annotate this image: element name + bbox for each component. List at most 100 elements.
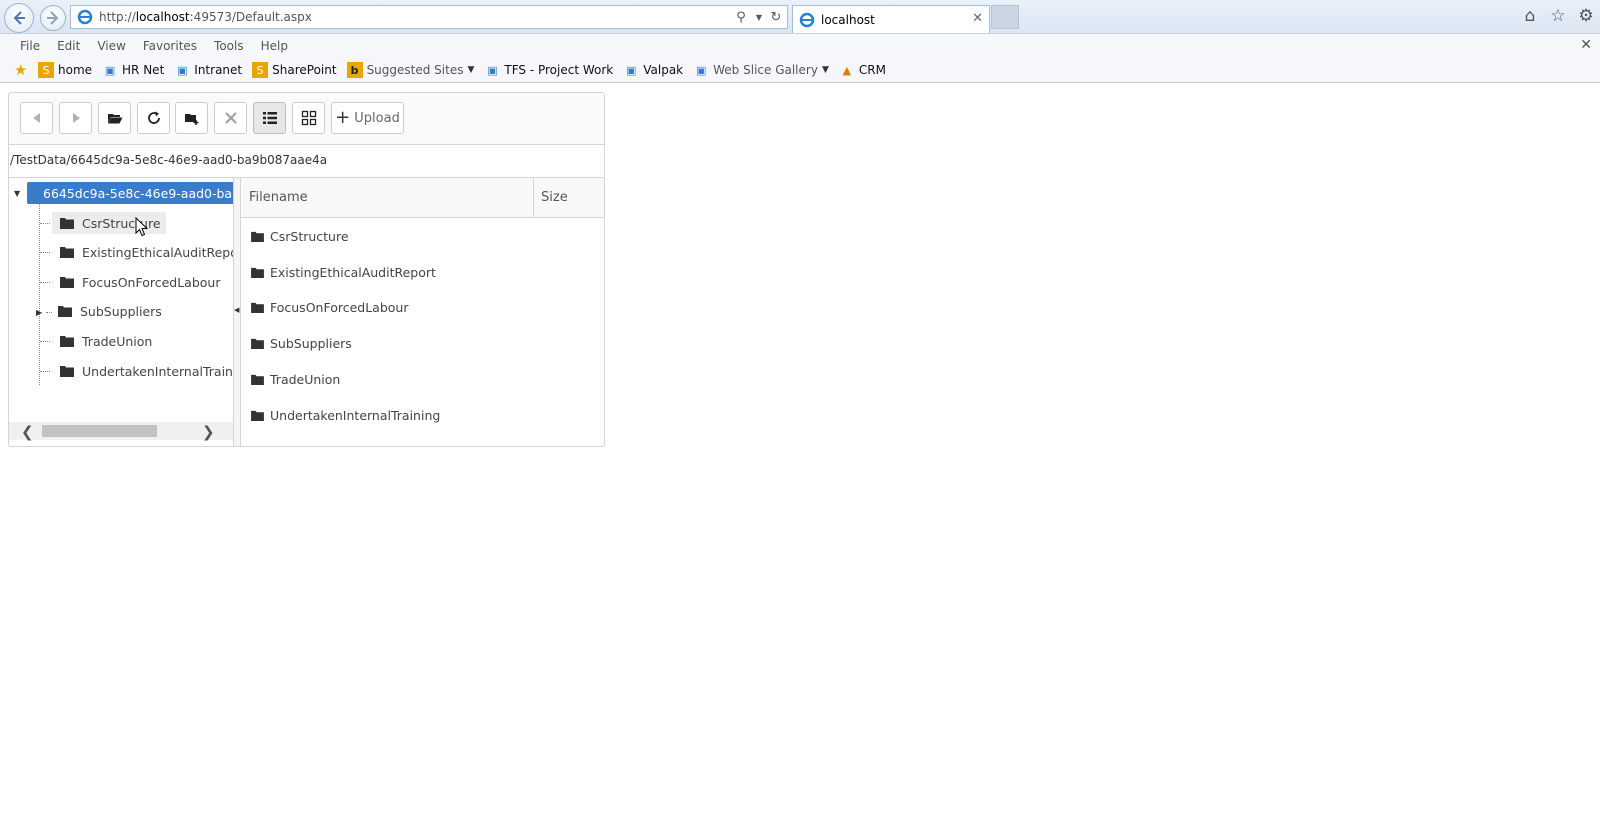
folder-icon — [251, 231, 264, 242]
tree-node-focusonforcedlabour[interactable]: FocusOnForcedLabour — [60, 271, 220, 293]
sharepoint-icon: S — [38, 62, 54, 78]
address-bar[interactable]: http://localhost:49573/Default.aspx ⚲ ▼ … — [70, 5, 788, 29]
menu-file[interactable]: File — [20, 39, 40, 53]
sharepoint-icon: S — [252, 62, 269, 78]
pane-splitter[interactable]: ◀ — [233, 178, 241, 446]
tree-connector — [46, 312, 52, 313]
tab-title: localhost — [821, 12, 875, 27]
expand-toggle-icon[interactable]: ▶ — [36, 308, 42, 317]
favorite-valpak[interactable]: ▣ Valpak — [623, 62, 683, 78]
file-list: Filename Size CsrStructure ExistingEthic… — [241, 178, 604, 446]
favorite-hr-net[interactable]: ▣ HR Net — [102, 62, 164, 78]
favorite-crm[interactable]: ▲ CRM — [839, 62, 886, 78]
browser-back-button[interactable] — [4, 3, 34, 33]
list-item[interactable]: TradeUnion — [251, 368, 340, 390]
collapse-left-icon[interactable]: ◀ — [234, 306, 239, 314]
chevron-left-icon[interactable]: ❮ — [21, 423, 34, 441]
favorite-home[interactable]: Shome — [38, 62, 92, 78]
refresh-icon — [147, 111, 160, 124]
list-view-button[interactable] — [253, 102, 286, 134]
favorite-suggested-sites[interactable]: b Suggested Sites ▼ — [346, 62, 474, 78]
folder-icon — [251, 374, 264, 385]
favorite-web-slice-gallery[interactable]: ▣ Web Slice Gallery ▼ — [693, 62, 829, 78]
tree-node-existingethicalauditreport[interactable]: ExistingEthicalAuditReport — [60, 241, 233, 263]
crm-icon: ▲ — [842, 63, 852, 77]
address-url: http://localhost:49573/Default.aspx — [99, 10, 312, 24]
folder-icon — [58, 306, 72, 317]
browser-forward-button[interactable] — [40, 5, 66, 31]
gear-icon[interactable]: ⚙ — [1576, 6, 1596, 26]
column-divider[interactable] — [533, 178, 534, 218]
search-icon[interactable]: ⚲ — [733, 9, 749, 25]
refresh-button[interactable] — [137, 102, 170, 134]
open-folder-icon — [107, 114, 122, 124]
favorites-star-icon[interactable]: ☆ — [1548, 6, 1568, 26]
ie-page-icon: ▣ — [626, 63, 637, 77]
list-item[interactable]: FocusOnForcedLabour — [251, 296, 408, 318]
list-item[interactable]: UndertakenInternalTraining — [251, 404, 440, 426]
mouse-cursor-icon — [135, 217, 149, 237]
folder-icon — [60, 247, 74, 258]
tree-node-undertakeninternaltraining[interactable]: UndertakenInternalTraining — [60, 360, 233, 382]
close-icon[interactable]: ✕ — [972, 11, 983, 26]
list-view-icon — [262, 112, 277, 124]
ie-page-icon: ▣ — [695, 63, 707, 77]
favorite-intranet[interactable]: ▣ Intranet — [174, 62, 242, 78]
ie-page-icon: ▣ — [487, 63, 498, 77]
tree-connector — [40, 223, 50, 224]
grid-view-button[interactable] — [292, 102, 325, 134]
browser-titlebar: http://localhost:49573/Default.aspx ⚲ ▼ … — [0, 0, 1600, 34]
menu-favorites[interactable]: Favorites — [143, 39, 197, 53]
file-manager: + Upload /TestData/6645dc9a-5e8c-46e9-aad… — [8, 92, 605, 447]
folder-icon — [251, 302, 264, 313]
favorite-sharepoint[interactable]: S SharePoint — [252, 62, 337, 78]
column-header-filename[interactable]: Filename — [249, 190, 308, 205]
browser-tab-active[interactable]: localhost ✕ — [792, 5, 990, 33]
folder-icon — [60, 218, 74, 229]
forward-button[interactable] — [59, 102, 92, 134]
horizontal-scrollbar[interactable]: ❮ ❯ — [9, 422, 233, 441]
ie-page-icon: ▣ — [177, 63, 188, 77]
delete-button[interactable] — [214, 102, 247, 134]
new-tab-button[interactable] — [991, 5, 1019, 29]
tree-node-tradeunion[interactable]: TradeUnion — [60, 330, 152, 352]
favorite-tfs-project-work[interactable]: ▣ TFS - Project Work — [484, 62, 613, 78]
collapse-toggle-icon[interactable]: ▼ — [14, 189, 20, 198]
new-folder-button[interactable] — [175, 102, 208, 134]
folder-icon — [251, 338, 264, 349]
tree-connector — [40, 341, 50, 342]
ie-page-icon: ▣ — [104, 63, 116, 77]
menu-tools[interactable]: Tools — [214, 39, 244, 53]
menu-view[interactable]: View — [97, 39, 125, 53]
tree-node-root[interactable]: 6645dc9a-5e8c-46e9-aad0-ba9b087aae4a — [27, 182, 233, 204]
ie-icon — [77, 9, 93, 25]
home-icon[interactable]: ⌂ — [1520, 6, 1540, 26]
folder-icon — [251, 410, 264, 421]
add-favorite-star-icon[interactable]: ★ — [14, 61, 32, 79]
open-folder-button[interactable] — [98, 102, 131, 134]
current-path: /TestData/6645dc9a-5e8c-46e9-aad0-ba9b08… — [9, 145, 604, 178]
chevron-down-icon: ▼ — [821, 65, 829, 75]
favorites-bar: ★ Shome ▣ HR Net ▣ Intranet S SharePoint bS… — [0, 58, 1600, 83]
column-header-size[interactable]: Size — [541, 190, 568, 205]
close-icon — [224, 112, 237, 124]
bing-icon: b — [346, 62, 363, 78]
chevron-down-icon[interactable]: ▼ — [751, 9, 767, 25]
folder-icon — [60, 366, 74, 377]
tree-connector — [40, 282, 50, 283]
plus-icon: + — [335, 107, 351, 128]
refresh-icon[interactable]: ↻ — [768, 9, 784, 25]
triangle-left-icon — [32, 113, 40, 123]
chevron-right-icon[interactable]: ❯ — [202, 423, 215, 441]
scrollbar-thumb[interactable] — [42, 425, 157, 437]
menu-help[interactable]: Help — [261, 39, 288, 53]
list-item[interactable]: ExistingEthicalAuditReport — [251, 261, 436, 283]
back-button[interactable] — [20, 102, 53, 134]
menu-edit[interactable]: Edit — [57, 39, 80, 53]
close-icon[interactable]: ✕ — [1580, 37, 1592, 53]
list-item[interactable]: SubSuppliers — [251, 332, 352, 354]
tree-node-subsuppliers[interactable]: SubSuppliers — [58, 300, 162, 322]
forward-arrow-icon — [47, 11, 59, 25]
upload-button[interactable]: + Upload — [331, 102, 404, 134]
list-item[interactable]: CsrStructure — [251, 225, 349, 247]
